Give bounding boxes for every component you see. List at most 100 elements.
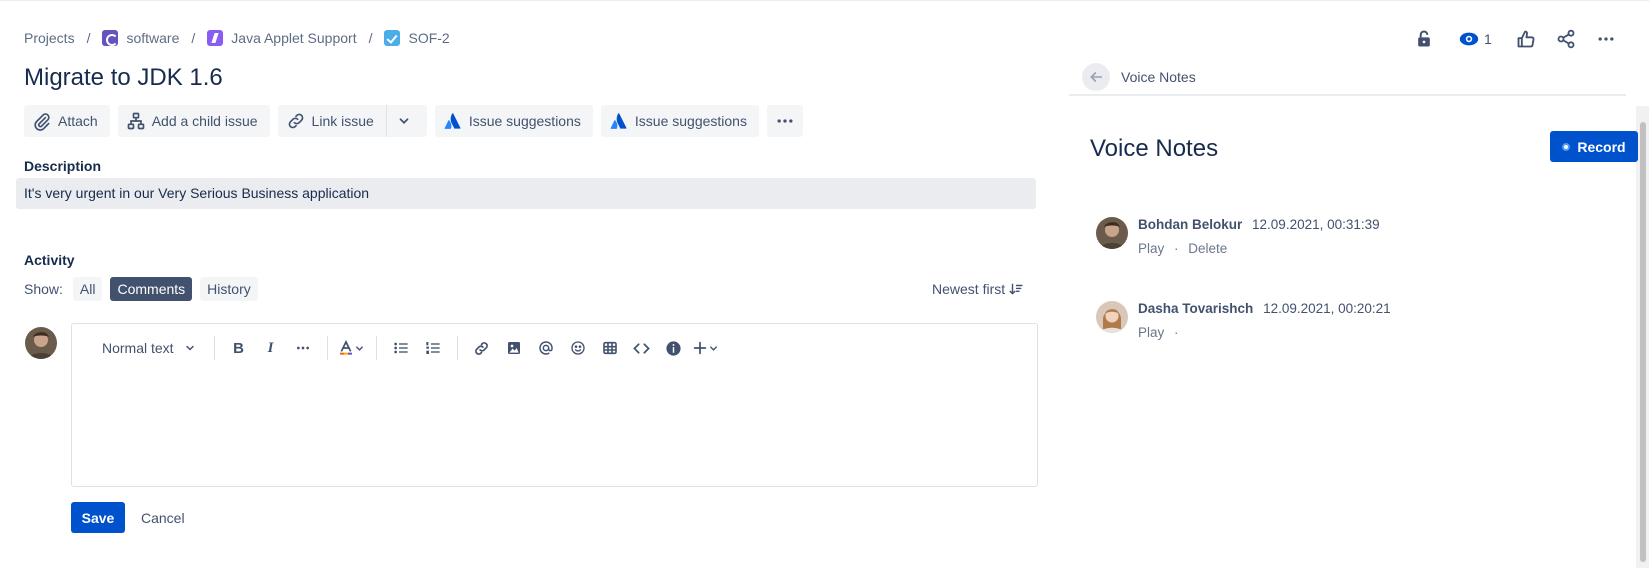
filter-all[interactable]: All: [72, 277, 103, 301]
description-label: Description: [24, 158, 102, 174]
emoji-icon: [570, 341, 585, 355]
info-panel-button[interactable]: [658, 332, 690, 364]
attach-button[interactable]: Attach: [24, 105, 110, 137]
issue-suggestions-button-1[interactable]: Issue suggestions: [434, 105, 593, 137]
mention-button[interactable]: [530, 332, 562, 364]
atlassian-icon: [610, 113, 627, 129]
toolbar-divider: [326, 336, 328, 360]
insert-link-button[interactable]: [466, 332, 498, 364]
restrictions-button[interactable]: [1412, 27, 1436, 51]
arrow-left-icon: [1090, 72, 1103, 82]
delete-button[interactable]: Delete: [1188, 241, 1227, 256]
current-user-avatar: [25, 327, 57, 359]
issue-suggestions-button-2[interactable]: Issue suggestions: [600, 105, 759, 137]
more-formatting-button[interactable]: [287, 332, 319, 364]
filter-comments[interactable]: Comments: [110, 277, 193, 301]
play-button[interactable]: Play: [1138, 241, 1164, 256]
panel-scrollbar-thumb[interactable]: [1640, 122, 1646, 562]
link-issue-button[interactable]: Link issue: [277, 105, 386, 137]
numbered-list-button[interactable]: [417, 332, 449, 364]
chevron-down-icon: [710, 345, 718, 351]
voice-note-item: Bohdan Belokur 12.09.2021, 00:31:39 Play…: [1096, 217, 1380, 256]
chevron-down-icon: [399, 118, 409, 124]
like-button[interactable]: [1514, 27, 1538, 51]
bullet-list-icon: [393, 342, 408, 354]
more-icon: [1598, 37, 1614, 41]
share-icon: [1557, 29, 1575, 49]
panel-divider: [1069, 94, 1626, 96]
code-icon: [633, 342, 650, 354]
issue-title[interactable]: Migrate to JDK 1.6: [24, 64, 223, 92]
text-style-dropdown[interactable]: Normal text: [92, 332, 206, 364]
sort-order-button[interactable]: Newest first: [932, 281, 1023, 297]
save-button[interactable]: Save: [71, 502, 125, 533]
breadcrumb-projects[interactable]: Projects: [24, 30, 75, 46]
paperclip-icon: [34, 113, 50, 131]
toolbar-divider: [213, 336, 215, 360]
task-icon: [384, 30, 401, 46]
issue-header-actions: 1: [1412, 27, 1618, 51]
play-button[interactable]: Play: [1138, 325, 1164, 340]
panel-back-button[interactable]: [1082, 63, 1110, 91]
avatar: [1096, 217, 1128, 249]
table-icon: [602, 341, 617, 355]
record-button[interactable]: Record: [1550, 131, 1638, 162]
breadcrumb-project[interactable]: software: [102, 30, 179, 46]
code-button[interactable]: [626, 332, 658, 364]
more-actions-button[interactable]: [766, 105, 803, 137]
mention-icon: [538, 341, 553, 355]
italic-button[interactable]: I: [255, 332, 287, 364]
breadcrumb-separator: /: [86, 30, 91, 46]
note-actions: Play · Delete: [1138, 241, 1380, 256]
insert-image-button[interactable]: [498, 332, 530, 364]
atlassian-icon: [444, 113, 461, 129]
editor-toolbar: Normal text B I: [72, 324, 1037, 372]
comment-editor[interactable]: Normal text B I: [71, 323, 1038, 487]
software-project-icon: [102, 30, 119, 46]
separator-dot: ·: [1174, 241, 1179, 256]
voice-notes-title: Voice Notes: [1090, 135, 1219, 162]
link-issue-dropdown[interactable]: [385, 105, 427, 137]
insert-more-button[interactable]: [690, 332, 722, 364]
link-icon: [288, 113, 303, 129]
watch-button[interactable]: 1: [1458, 27, 1492, 51]
description-field[interactable]: It's very urgent in our Very Serious Bus…: [16, 178, 1036, 209]
more-icon: [777, 119, 793, 123]
more-options-button[interactable]: [1594, 27, 1618, 51]
record-icon: [1562, 142, 1571, 151]
sort-icon: [1009, 283, 1023, 295]
filter-history[interactable]: History: [200, 277, 258, 301]
note-author: Dasha Tovarishch: [1138, 301, 1254, 316]
breadcrumb-issue[interactable]: SOF-2: [384, 30, 450, 46]
eye-icon: [1459, 32, 1479, 46]
epic-icon: [207, 30, 224, 46]
emoji-button[interactable]: [562, 332, 594, 364]
voice-note-item: Dasha Tovarishch 12.09.2021, 00:20:21 Pl…: [1096, 301, 1391, 340]
note-author: Bohdan Belokur: [1138, 217, 1243, 232]
cancel-button[interactable]: Cancel: [141, 502, 185, 533]
thumbs-up-icon: [1517, 30, 1535, 48]
note-timestamp: 12.09.2021, 00:20:21: [1263, 301, 1391, 316]
separator-dot: ·: [1174, 325, 1179, 340]
bold-icon: B: [233, 339, 244, 357]
add-child-issue-button[interactable]: Add a child issue: [117, 105, 270, 137]
info-icon: [666, 340, 681, 356]
note-actions: Play ·: [1138, 325, 1391, 340]
plus-icon: [693, 341, 707, 355]
italic-icon: I: [267, 339, 274, 356]
breadcrumb-epic[interactable]: Java Applet Support: [207, 30, 357, 46]
share-button[interactable]: [1554, 27, 1578, 51]
bold-button[interactable]: B: [223, 332, 255, 364]
toolbar-divider: [456, 336, 458, 360]
text-color-button[interactable]: [336, 332, 368, 364]
watch-count: 1: [1484, 31, 1492, 47]
panel-header-title: Voice Notes: [1121, 69, 1196, 85]
bullet-list-button[interactable]: [385, 332, 417, 364]
breadcrumb-separator: /: [368, 30, 373, 46]
note-meta: Bohdan Belokur 12.09.2021, 00:31:39: [1138, 217, 1380, 232]
avatar: [1096, 301, 1128, 333]
activity-label: Activity: [24, 252, 75, 268]
table-button[interactable]: [594, 332, 626, 364]
note-timestamp: 12.09.2021, 00:31:39: [1252, 217, 1380, 232]
text-color-icon: [340, 340, 353, 355]
